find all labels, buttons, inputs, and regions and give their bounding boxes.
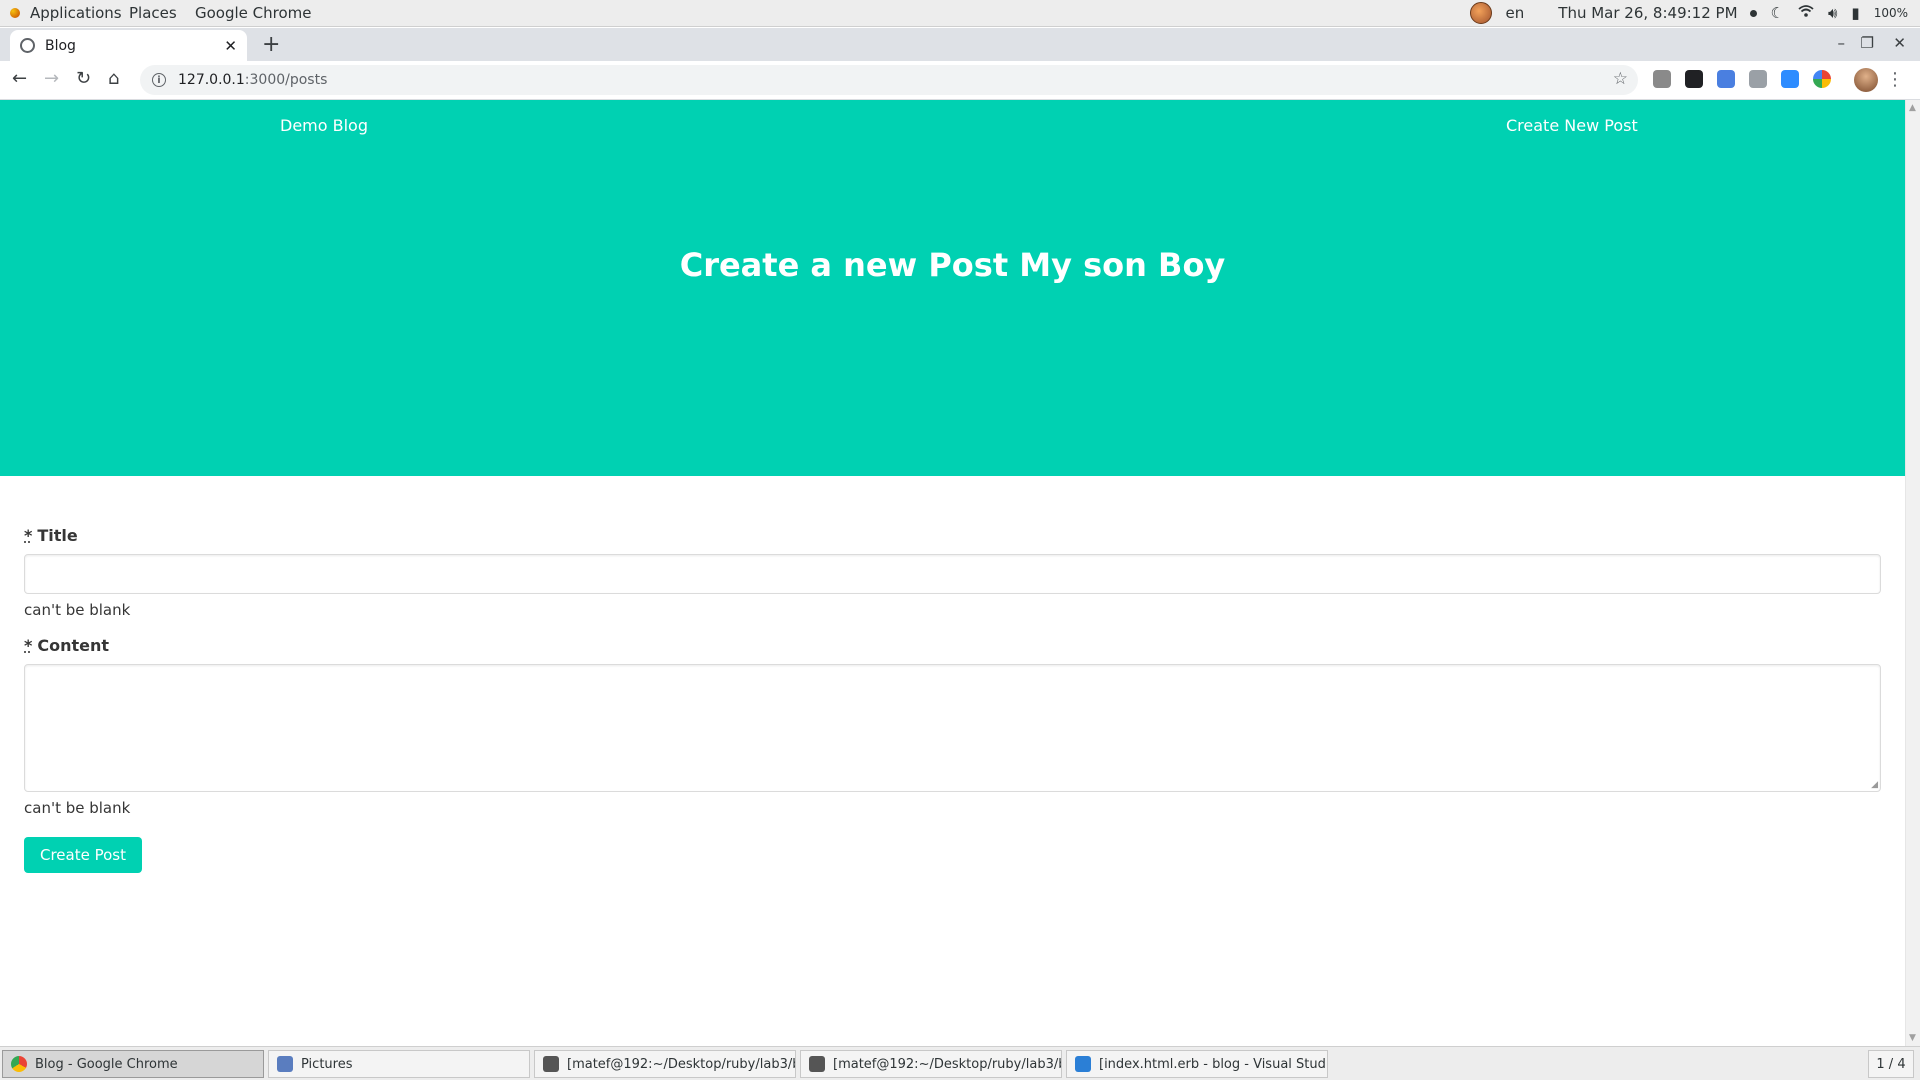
chrome-menu-icon[interactable]: ⋮ (1886, 69, 1904, 90)
applications-menu-label: Applications (30, 4, 122, 22)
user-avatar-icon[interactable] (1469, 2, 1492, 24)
clock[interactable]: Thu Mar 26, 8:49:12 PM (1558, 4, 1737, 22)
close-tab-icon[interactable]: ✕ (224, 37, 237, 55)
content-label: * Content (24, 636, 1882, 655)
keyboard-language[interactable]: en (1506, 4, 1525, 22)
content-label-text: Content (37, 636, 110, 655)
content-textarea[interactable]: ◢ (24, 664, 1881, 792)
forward-icon[interactable]: → (44, 68, 59, 89)
taskbar-item-label: Pictures (301, 1056, 353, 1072)
applications-menu[interactable]: Applications (8, 4, 122, 22)
taskbar-item-terminal-1[interactable]: [matef@192:~/Desktop/ruby/lab3/b... (534, 1050, 796, 1078)
profile-avatar[interactable] (1854, 68, 1878, 92)
taskbar-item-label: [matef@192:~/Desktop/ruby/lab3/b... (567, 1056, 796, 1072)
extension-vpn-icon[interactable] (1685, 70, 1703, 88)
address-bar[interactable]: i 127.0.0.1:3000/posts ☆ (140, 65, 1638, 95)
required-marker: * (24, 526, 33, 545)
system-tray: en Thu Mar 26, 8:49:12 PM ☾ 🔊︎ ▮ 100% (1469, 2, 1908, 24)
extension-reader-icon[interactable] (1653, 70, 1671, 88)
extension-screenshot-icon[interactable] (1749, 70, 1767, 88)
url-host: 127.0.0.1 (178, 72, 245, 88)
url-path: :3000/posts (244, 72, 328, 88)
vscode-icon (1075, 1056, 1091, 1072)
create-new-post-link[interactable]: Create New Post (1506, 116, 1638, 135)
new-tab-icon[interactable]: + (262, 32, 280, 57)
terminal-icon (543, 1056, 559, 1072)
site-info-icon[interactable]: i (152, 73, 166, 87)
page-scrollbar[interactable]: ▲ ▼ (1905, 100, 1920, 1046)
home-icon[interactable]: ⌂ (108, 68, 119, 89)
taskbar-item-label: [index.html.erb - blog - Visual Studio..… (1099, 1056, 1328, 1072)
workspace-indicator[interactable]: 1 / 4 (1868, 1050, 1914, 1078)
close-window-icon[interactable]: ✕ (1893, 34, 1906, 52)
back-icon[interactable]: ← (12, 68, 27, 89)
system-top-bar: Applications Places Google Chrome en Thu… (0, 0, 1920, 27)
restore-icon[interactable]: ❐ (1861, 34, 1874, 52)
hero-banner: Demo Blog Create New Post Create a new P… (0, 100, 1905, 476)
battery-percentage: 100% (1873, 6, 1908, 20)
taskbar-item-chrome[interactable]: Blog - Google Chrome (2, 1050, 264, 1078)
tab-blog[interactable]: Blog ✕ (10, 30, 247, 61)
page-viewport: Demo Blog Create New Post Create a new P… (0, 100, 1905, 1046)
battery-icon[interactable]: ▮ (1851, 4, 1859, 22)
extension-zoom-icon[interactable] (1781, 70, 1799, 88)
title-error: can't be blank (24, 601, 131, 619)
taskbar-item-terminal-2[interactable]: [matef@192:~/Desktop/ruby/lab3/b... (800, 1050, 1062, 1078)
chrome-icon (11, 1056, 27, 1072)
scroll-down-icon[interactable]: ▼ (1909, 1033, 1916, 1043)
volume-icon[interactable]: 🔊︎ (1828, 4, 1837, 22)
notification-dot-icon (1749, 9, 1757, 17)
globe-icon (20, 38, 35, 53)
title-input[interactable] (24, 554, 1881, 594)
window-list-taskbar: Blog - Google Chrome Pictures [matef@192… (0, 1046, 1920, 1080)
page-title: Create a new Post My son Boy (679, 246, 1226, 284)
active-app-menu[interactable]: Google Chrome (195, 4, 312, 22)
extension-color-picker-icon[interactable] (1813, 70, 1831, 88)
create-post-button[interactable]: Create Post (24, 837, 142, 873)
gnome-foot-icon (8, 6, 22, 20)
taskbar-item-pictures[interactable]: Pictures (268, 1050, 530, 1078)
night-light-icon: ☾ (1770, 4, 1784, 22)
browser-toolbar: ← → ↻ ⌂ i 127.0.0.1:3000/posts ☆ ⋮ (0, 61, 1920, 100)
new-post-form: * Title can't be blank * Content ◢ can't b… (24, 526, 1882, 873)
brand-link[interactable]: Demo Blog (280, 116, 368, 135)
reload-icon[interactable]: ↻ (76, 68, 91, 89)
folder-icon (277, 1056, 293, 1072)
wifi-icon[interactable] (1798, 4, 1814, 22)
resize-grip-icon[interactable]: ◢ (1871, 780, 1878, 790)
browser-tab-strip: Blog ✕ + – ❐ ✕ (0, 28, 1920, 61)
bookmark-star-icon[interactable]: ☆ (1613, 69, 1628, 89)
tab-title: Blog (45, 37, 76, 54)
minimize-icon[interactable]: – (1838, 34, 1846, 52)
taskbar-item-label: Blog - Google Chrome (35, 1056, 178, 1072)
title-label: * Title (24, 526, 1882, 545)
places-menu[interactable]: Places (129, 4, 177, 22)
title-label-text: Title (37, 526, 78, 545)
taskbar-item-vscode[interactable]: [index.html.erb - blog - Visual Studio..… (1066, 1050, 1328, 1078)
content-error: can't be blank (24, 799, 131, 817)
active-app-label: Google Chrome (195, 4, 312, 22)
terminal-icon (809, 1056, 825, 1072)
taskbar-item-label: [matef@192:~/Desktop/ruby/lab3/b... (833, 1056, 1062, 1072)
required-marker: * (24, 636, 33, 655)
places-menu-label: Places (129, 4, 177, 22)
scroll-up-icon[interactable]: ▲ (1909, 103, 1916, 113)
extension-translate-icon[interactable] (1717, 70, 1735, 88)
